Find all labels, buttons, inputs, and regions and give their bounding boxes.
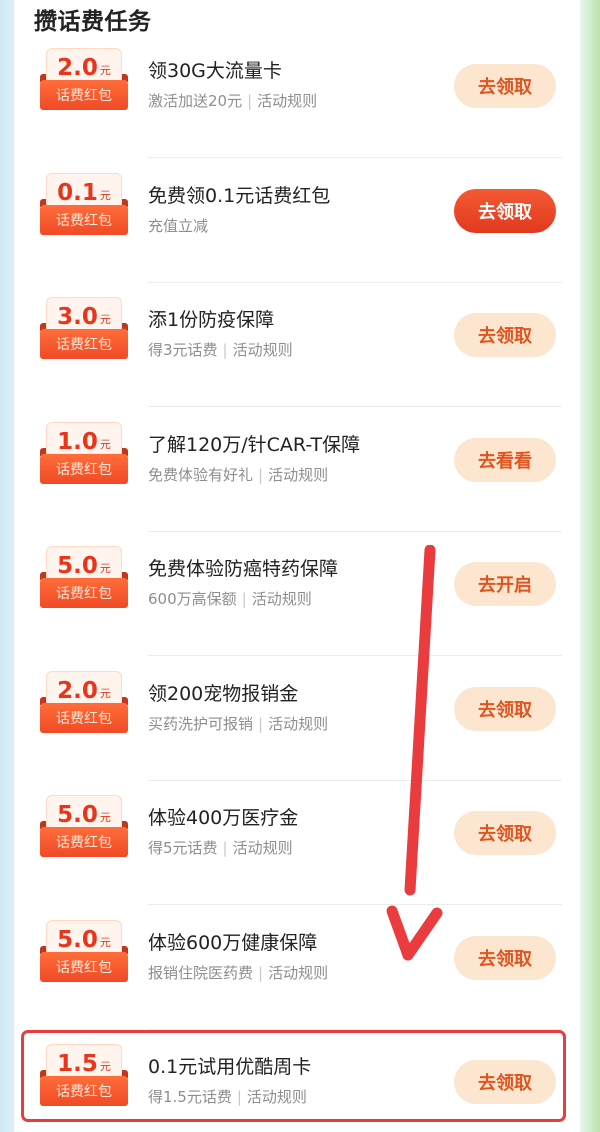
task-desc: 买药洗护可报销	[148, 714, 254, 733]
task-title: 了解120万/针CAR-T保障	[148, 433, 361, 456]
rules-link[interactable]: 活动规则	[268, 715, 328, 733]
red-down-arrow-annotation	[386, 545, 443, 961]
task-title: 体验600万健康保障	[148, 931, 318, 954]
task-row: 1.0 元 话费红包 了解120万/针CAR-T保障 免费体验有好礼 | 活动规则 …	[14, 408, 580, 532]
task-action-button[interactable]: 去看看	[454, 437, 556, 482]
badge-amount-box: 2.0 元	[46, 670, 122, 707]
task-subtitle: 报销住院医药费 | 活动规则	[148, 962, 328, 983]
task-subtitle: 600万高保额 | 活动规则	[148, 588, 312, 609]
red-packet-badge: 5.0 元 话费红包	[40, 919, 128, 988]
task-separator: |	[258, 465, 264, 484]
badge-label: 话费红包	[40, 453, 128, 484]
task-subtitle: 免费体验有好礼 | 活动规则	[148, 464, 328, 485]
badge-amount: 1.0	[57, 428, 98, 455]
rules-link[interactable]: 活动规则	[252, 590, 312, 608]
badge-amount-box: 1.0 元	[46, 421, 122, 458]
task-title: 体验400万医疗金	[148, 807, 299, 829]
rules-link[interactable]: 活动规则	[233, 839, 293, 857]
section-title: 攒话费任务	[34, 9, 152, 35]
red-packet-badge: 2.0 元 话费红包	[40, 670, 128, 739]
badge-label: 话费红包	[40, 329, 128, 359]
task-row: 2.0 元 话费红包 领200宠物报销金 买药洗护可报销 | 活动规则 去领取	[14, 657, 580, 781]
task-desc: 600万高保额	[148, 590, 237, 608]
task-separator: |	[258, 963, 264, 982]
badge-unit: 元	[99, 686, 111, 700]
badge-amount-box: 3.0 元	[46, 297, 122, 333]
task-subtitle: 得3元话费 | 活动规则	[148, 339, 293, 360]
badge-unit: 元	[99, 64, 111, 77]
task-action-button[interactable]: 去领取	[454, 188, 556, 233]
task-title: 添1份防疫保障	[148, 309, 275, 331]
badge-amount: 5.0	[57, 926, 98, 953]
badge-label: 话费红包	[40, 702, 128, 733]
task-desc: 得3元话费	[148, 341, 218, 359]
badge-label: 话费红包	[40, 204, 128, 235]
badge-label: 话费红包	[40, 80, 128, 110]
badge-amount: 2.0	[57, 55, 98, 81]
task-separator: |	[241, 590, 247, 608]
badge-amount-box: 5.0 元	[46, 795, 122, 831]
task-row: 3.0 元 话费红包 添1份防疫保障 得3元话费 | 活动规则 去领取	[14, 283, 580, 407]
task-desc: 激活加送20元	[148, 92, 243, 110]
badge-unit: 元	[99, 313, 111, 326]
task-action-button[interactable]: 去开启	[454, 562, 556, 606]
task-row: 2.0 元 话费红包 领30G大流量卡 激活加送20元 | 活动规则 去领取	[14, 34, 580, 158]
badge-label: 话费红包	[40, 578, 128, 608]
task-subtitle: 得5元话费 | 活动规则	[148, 837, 293, 858]
badge-unit: 元	[99, 188, 111, 202]
task-desc: 报销住院医药费	[148, 963, 254, 982]
rules-link[interactable]: 活动规则	[268, 964, 328, 982]
badge-unit: 元	[99, 562, 111, 575]
task-row: 5.0 元 话费红包 体验600万健康保障 报销住院医药费 | 活动规则 去领取	[14, 906, 580, 1030]
task-separator: |	[247, 92, 253, 110]
task-desc: 得5元话费	[148, 839, 218, 857]
highlight-box-annotation	[21, 1030, 566, 1122]
task-action-button[interactable]: 去领取	[454, 935, 556, 980]
task-title: 领200宠物报销金	[148, 682, 299, 705]
rules-link[interactable]: 活动规则	[257, 92, 317, 110]
task-separator: |	[258, 714, 264, 733]
task-desc: 免费体验有好礼	[148, 465, 254, 484]
task-card: 攒话费任务 2.0 元 话费红包 领30G大流量卡 激活加送20元 | 活动规则 去…	[14, 0, 580, 1132]
red-packet-badge: 1.0 元 话费红包	[40, 421, 128, 490]
badge-unit: 元	[99, 935, 111, 949]
red-packet-badge: 2.0 元 话费红包	[40, 48, 128, 116]
rules-link[interactable]: 活动规则	[233, 341, 293, 359]
badge-label: 话费红包	[40, 827, 128, 857]
task-action-button[interactable]: 去领取	[454, 811, 556, 855]
badge-amount: 3.0	[57, 304, 98, 330]
badge-unit: 元	[99, 437, 111, 451]
task-title: 免费体验防癌特药保障	[148, 558, 339, 580]
task-subtitle: 买药洗护可报销 | 活动规则	[148, 713, 328, 734]
task-subtitle: 激活加送20元 | 活动规则	[148, 90, 317, 111]
badge-label: 话费红包	[40, 951, 128, 982]
badge-amount-box: 0.1 元	[46, 172, 122, 209]
red-packet-badge: 5.0 元 话费红包	[40, 795, 128, 863]
badge-amount: 0.1	[57, 179, 98, 206]
task-separator: |	[222, 341, 228, 359]
red-packet-badge: 3.0 元 话费红包	[40, 297, 128, 365]
badge-amount: 5.0	[57, 802, 98, 828]
red-packet-badge: 5.0 元 话费红包	[40, 546, 128, 614]
badge-amount-box: 2.0 元	[46, 48, 122, 84]
task-action-button[interactable]: 去领取	[454, 64, 556, 108]
red-packet-badge: 0.1 元 话费红包	[40, 172, 128, 241]
badge-amount-box: 5.0 元	[46, 546, 122, 582]
task-title: 领30G大流量卡	[148, 60, 282, 82]
task-row: 5.0 元 话费红包 免费体验防癌特药保障 600万高保额 | 活动规则 去开启	[14, 532, 580, 656]
task-title: 免费领0.1元话费红包	[148, 184, 331, 207]
task-row: 5.0 元 话费红包 体验400万医疗金 得5元话费 | 活动规则 去领取	[14, 781, 580, 905]
task-subtitle: 充值立减	[148, 215, 208, 236]
badge-unit: 元	[99, 811, 111, 824]
badge-amount: 5.0	[57, 553, 98, 579]
badge-amount-box: 5.0 元	[46, 919, 122, 956]
task-desc: 充值立减	[148, 216, 209, 235]
badge-amount: 2.0	[57, 677, 98, 704]
rules-link[interactable]: 活动规则	[268, 466, 328, 484]
task-row: 0.1 元 话费红包 免费领0.1元话费红包 充值立减 去领取	[14, 159, 580, 283]
task-action-button[interactable]: 去领取	[454, 313, 556, 357]
task-action-button[interactable]: 去领取	[454, 686, 556, 731]
task-separator: |	[222, 839, 228, 857]
